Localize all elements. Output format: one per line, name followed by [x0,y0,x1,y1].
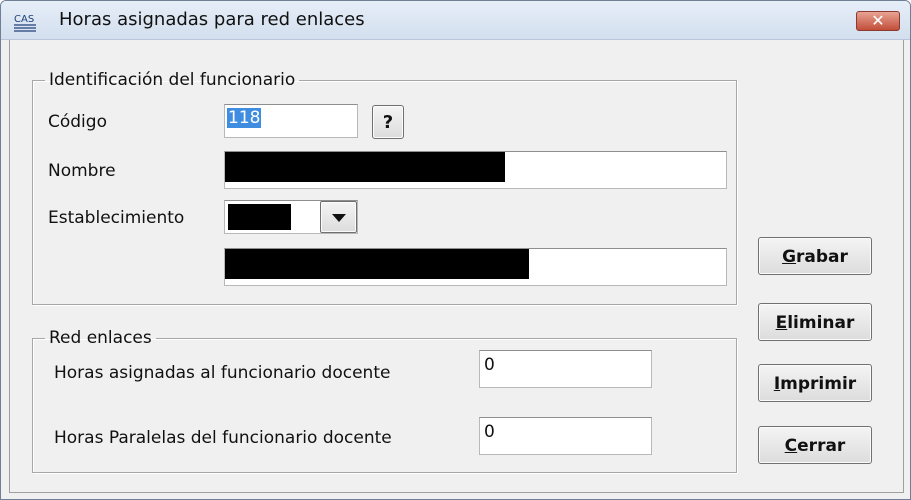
imprimir-button[interactable]: Imprimir [758,364,872,402]
red-enlaces-legend: Red enlaces [49,328,152,348]
close-button[interactable]: ✕ [856,11,900,31]
dropdown-button[interactable] [320,201,357,233]
establecimiento-select[interactable] [224,200,358,234]
horas-paralelas-input[interactable]: 0 [479,417,652,455]
nombre-label: Nombre [48,161,116,181]
eliminar-button[interactable]: Eliminar [758,303,872,341]
codigo-value: 118 [227,108,262,128]
horas-asignadas-value: 0 [484,355,495,375]
cerrar-button[interactable]: Cerrar [758,426,872,464]
imprimir-label: Imprimir [773,374,857,394]
horas-paralelas-value: 0 [484,422,495,442]
app-icon: CAS [14,14,36,32]
redacted-nombre [225,152,505,182]
grabar-label: Grabar [782,247,848,267]
establecimiento-name-field[interactable] [224,248,727,286]
lookup-icon: ? [382,112,394,133]
close-icon: ✕ [871,11,885,30]
eliminar-label: Eliminar [775,313,855,333]
codigo-label: Código [48,112,107,132]
horas-asignadas-label: Horas asignadas al funcionario docente [54,363,391,383]
codigo-input[interactable]: 118 [224,104,358,138]
grabar-button[interactable]: Grabar [758,237,872,275]
horas-asignadas-input[interactable]: 0 [479,350,652,388]
cerrar-label: Cerrar [784,436,846,456]
horas-paralelas-label: Horas Paralelas del funcionario docente [54,428,392,448]
dialog-body: Identificación del funcionario Código 11… [9,40,904,493]
nombre-field[interactable] [224,151,727,189]
establecimiento-label: Establecimiento [48,208,185,228]
dialog-window: CAS Horas asignadas para red enlaces ✕ I… [0,0,911,500]
title-bar: CAS Horas asignadas para red enlaces ✕ [1,1,910,40]
redacted-establecimiento-name [225,249,529,279]
identificacion-legend: Identificación del funcionario [49,70,296,90]
app-icon-label: CAS [14,14,34,25]
codigo-lookup-button[interactable]: ? [372,105,404,139]
chevron-down-icon [332,214,346,222]
window-title: Horas asignadas para red enlaces [59,9,365,30]
redacted-establecimiento-code [228,204,291,230]
